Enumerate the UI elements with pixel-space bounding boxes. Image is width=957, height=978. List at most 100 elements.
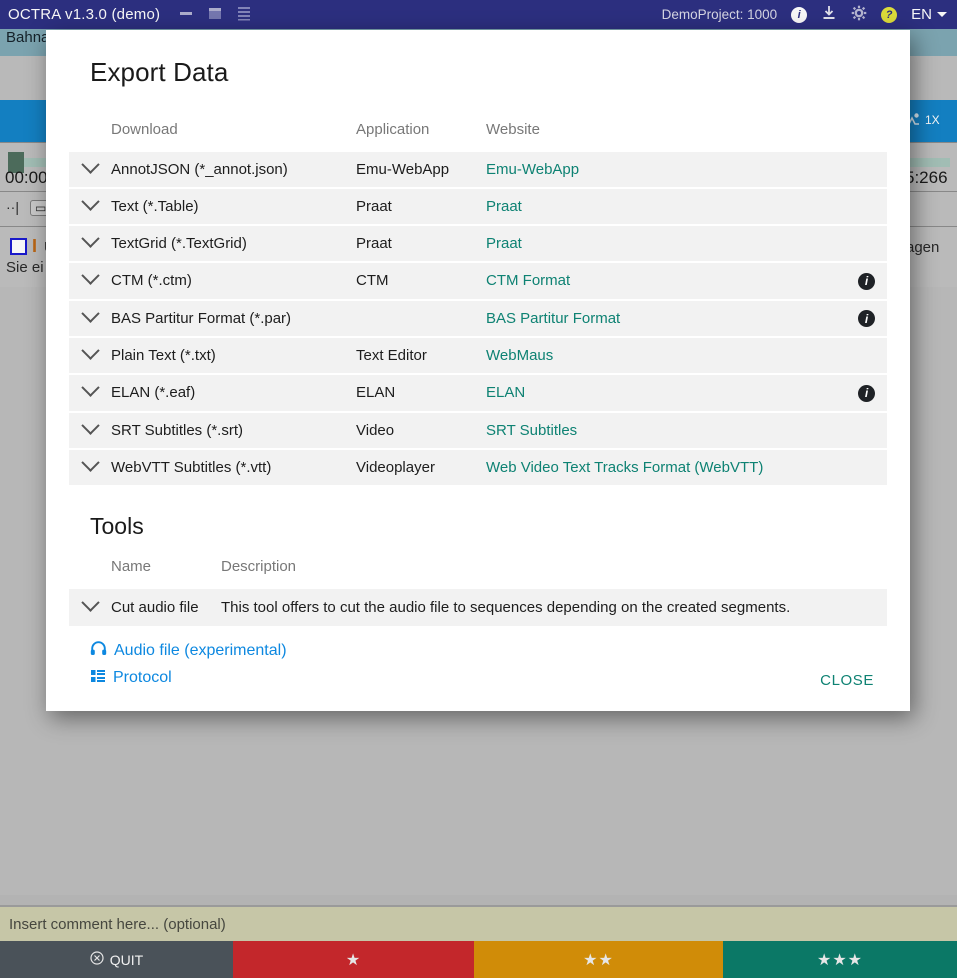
download-link-label: Protocol bbox=[113, 669, 172, 686]
website-link[interactable]: Praat bbox=[486, 235, 522, 252]
cell-download: ELAN (*.eaf) bbox=[111, 374, 356, 413]
website-link[interactable]: SRT Subtitles bbox=[486, 422, 577, 439]
cell-website: CTM Format bbox=[486, 262, 846, 301]
cell-website: Web Video Text Tracks Format (WebVTT) bbox=[486, 448, 846, 487]
rating-button-3[interactable]: ★★★ bbox=[723, 941, 957, 978]
chevron-down-icon bbox=[80, 452, 100, 472]
star-rating-1: ★ bbox=[345, 951, 362, 969]
download-links: Audio file (experimental) Protocol bbox=[68, 626, 888, 689]
download-link[interactable]: Protocol bbox=[90, 668, 172, 689]
table-row: Plain Text (*.txt) Text Editor WebMaus bbox=[69, 337, 887, 375]
chevron-down-icon bbox=[80, 415, 100, 435]
table-row: AnnotJSON (*_annot.json) Emu-WebApp Emu-We… bbox=[69, 152, 887, 189]
table-row: WebVTT Subtitles (*.vtt) Videoplayer Web V… bbox=[69, 448, 887, 487]
chevron-down-icon bbox=[80, 592, 100, 612]
cell-website: ELAN bbox=[486, 374, 846, 413]
cell-info: i bbox=[846, 299, 887, 338]
expand-row-button[interactable] bbox=[69, 448, 111, 487]
cell-application: Video bbox=[356, 411, 486, 450]
website-link[interactable]: Web Video Text Tracks Format (WebVTT) bbox=[486, 459, 763, 476]
table-row: Text (*.Table) Praat Praat bbox=[69, 188, 887, 226]
quit-button[interactable]: QUIT bbox=[0, 941, 233, 978]
cell-download: Text (*.Table) bbox=[111, 188, 356, 226]
headphones-icon bbox=[90, 640, 107, 662]
chevron-down-icon bbox=[80, 192, 100, 211]
expand-row-button[interactable] bbox=[69, 337, 111, 375]
rating-button-1[interactable]: ★ bbox=[233, 941, 474, 978]
cell-info bbox=[846, 448, 887, 487]
info-icon[interactable]: i bbox=[858, 272, 875, 290]
table-row: CTM (*.ctm) CTM CTM Format i bbox=[69, 262, 887, 301]
quit-circle-icon bbox=[90, 951, 104, 968]
cell-application: Emu-WebApp bbox=[356, 152, 486, 189]
website-link[interactable]: Praat bbox=[486, 198, 522, 215]
cell-info bbox=[846, 188, 887, 226]
cell-application: ELAN bbox=[356, 374, 486, 413]
expand-row-button[interactable] bbox=[69, 225, 111, 263]
cell-tool-description: This tool offers to cut the audio file t… bbox=[221, 598, 791, 616]
chevron-down-icon bbox=[80, 229, 100, 248]
download-link-label: Audio file (experimental) bbox=[114, 641, 287, 659]
cell-info bbox=[846, 411, 887, 450]
cell-info: i bbox=[846, 374, 887, 413]
rating-button-2[interactable]: ★★ bbox=[474, 941, 723, 978]
column-header-description: Description bbox=[221, 557, 297, 575]
cell-application: Praat bbox=[356, 188, 486, 226]
website-link[interactable]: CTM Format bbox=[486, 272, 570, 289]
expand-row-button[interactable] bbox=[69, 411, 111, 450]
table-row: BAS Partitur Format (*.par) BAS Partitur … bbox=[69, 299, 887, 338]
cell-website: SRT Subtitles bbox=[486, 411, 846, 450]
star-rating-2: ★★ bbox=[583, 951, 614, 969]
tools-table: Name Description Cut audio file This tool… bbox=[69, 540, 887, 626]
export-data-dialog: Export Data Download Application Website… bbox=[46, 30, 910, 711]
cell-website: BAS Partitur Format bbox=[486, 299, 846, 338]
website-link[interactable]: BAS Partitur Format bbox=[486, 310, 620, 327]
export-table: Download Application Website AnnotJSON (… bbox=[69, 121, 887, 487]
tools-table-body: Cut audio file This tool offers to cut th… bbox=[69, 588, 887, 626]
dialog-footer: CLOSE bbox=[806, 664, 888, 697]
action-bar: QUIT ★ ★★ ★★★ bbox=[0, 941, 957, 978]
table-row: Cut audio file This tool offers to cut th… bbox=[69, 588, 887, 626]
quit-label: QUIT bbox=[109, 951, 144, 968]
list-icon bbox=[90, 668, 106, 689]
export-table-body: AnnotJSON (*_annot.json) Emu-WebApp Emu-We… bbox=[69, 152, 887, 487]
cell-download: BAS Partitur Format (*.par) bbox=[111, 299, 356, 338]
website-link[interactable]: Emu-WebApp bbox=[486, 161, 579, 178]
cell-download: WebVTT Subtitles (*.vtt) bbox=[111, 448, 356, 487]
cell-download: SRT Subtitles (*.srt) bbox=[111, 411, 356, 450]
comment-input[interactable] bbox=[9, 915, 957, 933]
download-link[interactable]: Audio file (experimental) bbox=[90, 640, 287, 662]
table-row: SRT Subtitles (*.srt) Video SRT Subtitles bbox=[69, 411, 887, 450]
dialog-title: Export Data bbox=[90, 57, 229, 87]
expand-row-button[interactable] bbox=[69, 262, 111, 301]
table-row: ELAN (*.eaf) ELAN ELAN i bbox=[69, 374, 887, 413]
cell-application bbox=[356, 299, 486, 338]
column-header-website: Website bbox=[486, 121, 540, 138]
cell-website: Praat bbox=[486, 188, 846, 226]
website-link[interactable]: WebMaus bbox=[486, 347, 553, 364]
expand-row-button[interactable] bbox=[69, 589, 111, 626]
table-row: TextGrid (*.TextGrid) Praat Praat bbox=[69, 225, 887, 263]
comment-bar bbox=[0, 905, 957, 941]
close-button[interactable]: CLOSE bbox=[806, 664, 888, 697]
column-header-application: Application bbox=[356, 121, 430, 138]
column-header-download: Download bbox=[111, 121, 178, 138]
cell-info bbox=[846, 225, 887, 263]
cell-info bbox=[846, 337, 887, 375]
chevron-down-icon bbox=[80, 155, 100, 174]
expand-row-button[interactable] bbox=[69, 374, 111, 413]
cell-tool-name: Cut audio file bbox=[111, 598, 199, 616]
cell-website: Praat bbox=[486, 225, 846, 263]
expand-row-button[interactable] bbox=[69, 188, 111, 226]
expand-row-button[interactable] bbox=[69, 299, 111, 338]
cell-info bbox=[846, 152, 887, 189]
cell-application: Praat bbox=[356, 225, 486, 263]
cell-application: Videoplayer bbox=[356, 448, 486, 487]
website-link[interactable]: ELAN bbox=[486, 384, 525, 401]
expand-row-button[interactable] bbox=[69, 152, 111, 189]
info-icon[interactable]: i bbox=[858, 310, 875, 327]
info-icon[interactable]: i bbox=[858, 384, 875, 402]
chevron-down-icon bbox=[80, 266, 100, 286]
export-table-header: Download Application Website bbox=[69, 121, 887, 152]
cell-website: Emu-WebApp bbox=[486, 152, 846, 189]
